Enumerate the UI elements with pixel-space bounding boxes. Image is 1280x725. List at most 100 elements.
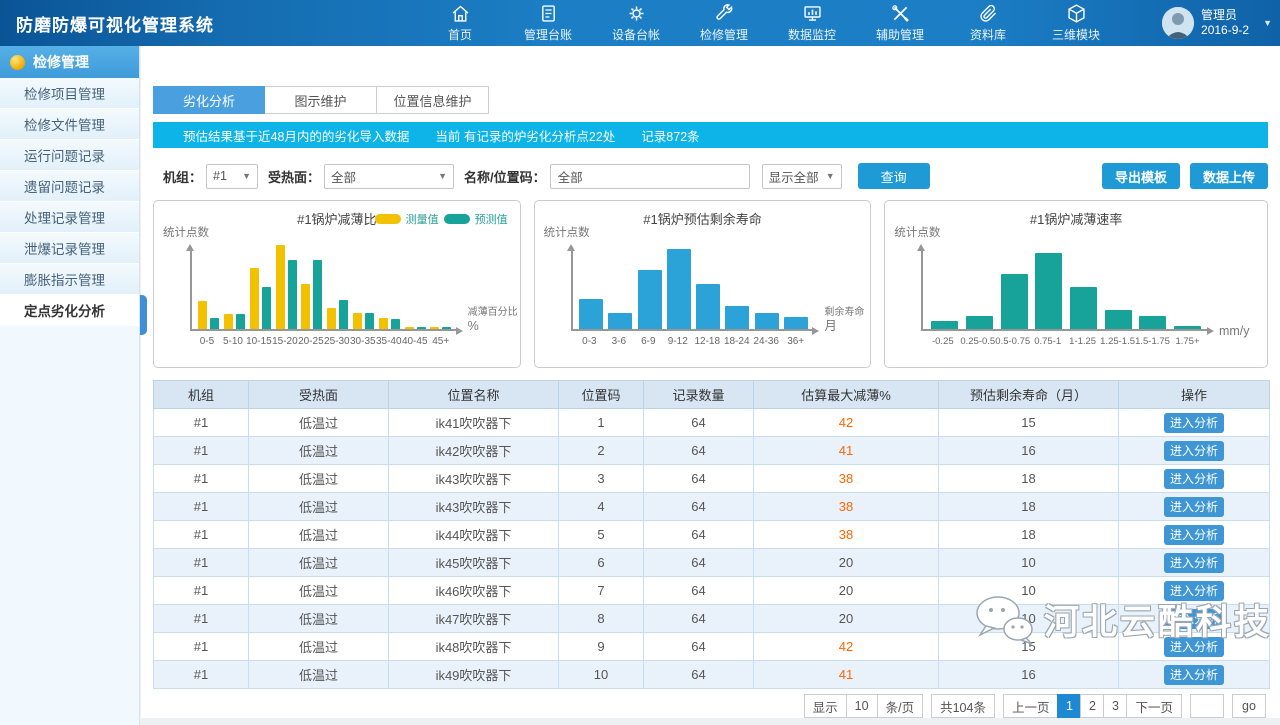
table-cell: ik48吹吹器下 (389, 633, 559, 661)
page-number-3[interactable]: 3 (1103, 694, 1127, 718)
pagination: 显示10条/页共104条上一页123下一页go (153, 694, 1268, 718)
x-tick-label: 12-18 (693, 336, 722, 347)
x-tick-label: 24-36 (751, 336, 780, 347)
page-size-unit-label: 条/页 (877, 694, 923, 718)
nav-label: 设备台帐 (612, 26, 660, 43)
chevron-down-icon[interactable]: ▼ (1263, 18, 1272, 28)
chart-y-axis-label: 统计点数 (894, 224, 940, 240)
bar-group (606, 313, 635, 329)
user-date: 2016-9-2 (1201, 23, 1249, 38)
display-all-select[interactable]: 显示全部▼ (762, 164, 842, 189)
sidebar-header[interactable]: 检修管理 (0, 46, 139, 78)
bar (210, 318, 219, 329)
page-number-2[interactable]: 2 (1080, 694, 1104, 718)
x-tick-label: 15-20 (272, 336, 298, 347)
nav-item-8[interactable]: 三维模块 (1050, 3, 1102, 43)
sidebar-item-1[interactable]: 检修项目管理 (0, 78, 139, 109)
enter-analysis-button[interactable]: 进入分析 (1164, 665, 1224, 685)
enter-analysis-button[interactable]: 进入分析 (1164, 553, 1224, 573)
x-tick-label: -0.25 (925, 336, 960, 347)
bar-group (723, 306, 752, 329)
table-cell: ik44吹吹器下 (389, 521, 559, 549)
page-size-value[interactable]: 10 (846, 694, 878, 718)
enter-analysis-button[interactable]: 进入分析 (1164, 609, 1224, 629)
sidebar-item-4[interactable]: 遗留问题记录 (0, 171, 139, 202)
enter-analysis-button[interactable]: 进入分析 (1164, 581, 1224, 601)
nav-item-6[interactable]: 辅助管理 (874, 3, 926, 43)
nav-item-7[interactable]: 资料库 (962, 3, 1014, 43)
column-header-4: 位置码 (559, 381, 644, 409)
sidebar-header-label: 检修管理 (33, 52, 89, 72)
goto-page-input[interactable] (1190, 694, 1224, 718)
x-tick-label: 0.25-0.5 (960, 336, 995, 347)
column-header-6: 估算最大减薄% (754, 381, 939, 409)
table-cell: 低温过 (249, 605, 389, 633)
bar (1035, 253, 1062, 329)
x-tick-label: 3-6 (604, 336, 633, 347)
bar (236, 314, 245, 329)
unit-select[interactable]: #1▼ (206, 164, 258, 189)
table-cell: #1 (154, 521, 249, 549)
tab-2[interactable]: 图示维护 (265, 86, 377, 114)
prev-page-button[interactable]: 上一页 (1003, 694, 1059, 718)
sidebar-item-5[interactable]: 处理记录管理 (0, 202, 139, 233)
query-button[interactable]: 查询 (858, 163, 930, 189)
export-template-button[interactable]: 导出模板 (1102, 163, 1180, 189)
enter-analysis-button[interactable]: 进入分析 (1164, 637, 1224, 657)
nav-item-1[interactable]: 首页 (434, 3, 486, 43)
chevron-down-icon: ▼ (242, 171, 251, 181)
chart-legend: 测量值预测值 (375, 211, 508, 227)
bar-group (1066, 287, 1101, 329)
x-tick-label: 1.25-1.5 (1100, 336, 1135, 347)
table-cell: 10 (939, 605, 1119, 633)
enter-analysis-button[interactable]: 进入分析 (1164, 525, 1224, 545)
sidebar-item-2[interactable]: 检修文件管理 (0, 109, 139, 140)
sidebar-item-8[interactable]: 定点劣化分析 (0, 295, 139, 326)
name-code-input[interactable] (550, 164, 750, 189)
nav-item-5[interactable]: 数据监控 (786, 3, 838, 43)
data-upload-button[interactable]: 数据上传 (1190, 163, 1268, 189)
user-block[interactable]: 管理员 2016-9-2 ▼ (1162, 7, 1272, 39)
bar-group (781, 317, 810, 329)
sidebar-item-3[interactable]: 运行问题记录 (0, 140, 139, 171)
table-cell: 41 (754, 437, 939, 465)
bar-group (273, 245, 299, 329)
table-cell: #1 (154, 409, 249, 437)
table-cell: 42 (754, 409, 939, 437)
tab-1[interactable]: 劣化分析 (153, 86, 265, 114)
action-cell: 进入分析 (1119, 549, 1270, 577)
surface-select[interactable]: 全部▼ (324, 164, 454, 189)
x-tick-label: 0.5-0.75 (995, 336, 1030, 347)
tab-3[interactable]: 位置信息维护 (377, 86, 489, 114)
page-number-1[interactable]: 1 (1057, 694, 1081, 718)
nav-item-4[interactable]: 检修管理 (698, 3, 750, 43)
top-nav: 首页管理台账设备台帐 检修管理数据监控辅助管理资料库三维模块 (434, 3, 1102, 43)
chart-x-tick-labels: 0-33-66-99-1212-1818-2424-3636+ (571, 336, 815, 347)
action-cell: 进入分析 (1119, 521, 1270, 549)
next-page-button[interactable]: 下一页 (1126, 694, 1182, 718)
table-cell: 64 (644, 577, 754, 605)
column-header-2: 受热面 (249, 381, 389, 409)
nav-item-3[interactable]: 设备台帐 (610, 3, 662, 43)
chart-x-tick-labels: 0-55-1010-1515-2020-2525-3030-3535-4040-… (190, 336, 458, 347)
enter-analysis-button[interactable]: 进入分析 (1164, 441, 1224, 461)
enter-analysis-button[interactable]: 进入分析 (1164, 469, 1224, 489)
action-cell: 进入分析 (1119, 577, 1270, 605)
bar (313, 260, 322, 329)
sidebar-item-6[interactable]: 泄爆记录管理 (0, 233, 139, 264)
table-cell: 18 (939, 521, 1119, 549)
enter-analysis-button[interactable]: 进入分析 (1164, 413, 1224, 433)
sidebar-item-7[interactable]: 膨胀指示管理 (0, 264, 139, 295)
x-tick-label: 36+ (781, 336, 810, 347)
nav-item-2[interactable]: 管理台账 (522, 3, 574, 43)
avatar (1162, 7, 1194, 39)
table-cell: 低温过 (249, 633, 389, 661)
action-cell: 进入分析 (1119, 661, 1270, 689)
x-tick-label: 0.75-1 (1030, 336, 1065, 347)
sidebar-collapse-handle[interactable] (140, 295, 147, 335)
enter-analysis-button[interactable]: 进入分析 (1164, 497, 1224, 517)
bar (391, 319, 400, 329)
go-button[interactable]: go (1232, 694, 1266, 718)
table-cell: 低温过 (249, 493, 389, 521)
chart-y-axis-label: 统计点数 (163, 224, 209, 240)
